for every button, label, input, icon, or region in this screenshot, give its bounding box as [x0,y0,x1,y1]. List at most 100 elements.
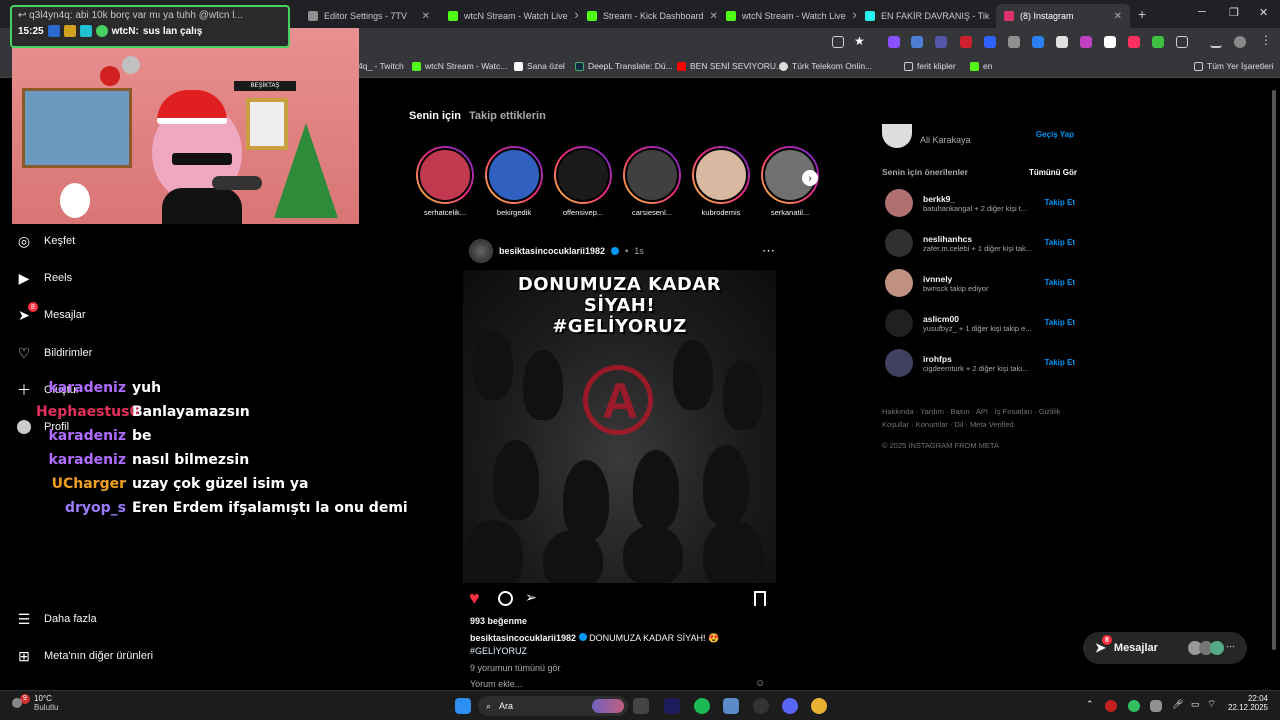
story-item[interactable]: kubrodemis [691,146,751,217]
extension-icon[interactable] [1104,36,1116,48]
tray-icon[interactable] [1128,700,1140,712]
caption-author[interactable]: besiktasincocuklarii1982 [470,633,576,643]
post-image[interactable]: DONUMUZA KADAR SİYAH! #GELİYORUZ [463,270,776,583]
save-icon[interactable] [754,591,766,606]
story-item[interactable]: serhatcelik... [415,146,475,217]
follow-button[interactable]: Takip Et [1044,318,1075,327]
see-all-link[interactable]: Tümünü Gör [1029,168,1077,177]
add-comment-input[interactable]: Yorum ekle... [470,679,522,689]
media-icon[interactable] [1210,36,1222,48]
bookmark-item[interactable]: 4q_ - Twitch [358,61,404,71]
extension-icon[interactable] [984,36,996,48]
messages-pill-button[interactable]: ➤ 8 Mesajlar ⋯ [1083,632,1247,664]
chrome-icon[interactable] [811,698,827,714]
like-count[interactable]: 993 beğenme [470,616,527,626]
close-icon[interactable]: ✕ [852,11,856,22]
scrollbar-thumb[interactable] [1272,90,1276,650]
suggestion-avatar[interactable] [885,229,913,257]
bookmark-item[interactable]: Sana özel [514,61,565,71]
bookmark-star-icon[interactable]: ★ [854,34,866,48]
bookmark-item[interactable]: BEN SENİ SEVİYORU... [677,61,783,71]
wifi-icon[interactable]: ⌔ [1207,698,1216,711]
taskbar-search[interactable]: ⌕ Ara [478,696,628,716]
spotify-icon[interactable] [694,698,710,714]
extension-icon[interactable] [1056,36,1068,48]
bookmark-item[interactable]: ferit klipler [904,61,956,71]
like-icon[interactable]: ♥ [469,588,480,609]
nav-notifications[interactable]: ♡ Bildirimler [16,345,93,361]
follow-button[interactable]: Takip Et [1044,198,1075,207]
browser-tab[interactable]: EN FAKİR DAVRANIŞ - Tik✕ [857,4,995,28]
weather-widget[interactable]: 9 10°C Bulutlu [12,694,58,712]
profile-avatar[interactable] [1234,36,1246,48]
story-item[interactable]: bekirgedik [484,146,544,217]
bookmark-item[interactable]: DeepL Translate: Dü... [575,61,673,71]
view-comments-link[interactable]: 9 yorumun tümünü gör [470,663,561,673]
close-icon[interactable]: ✕ [422,11,430,22]
switch-account-link[interactable]: Geçiş Yap [1036,130,1074,139]
obs-icon[interactable] [753,698,769,714]
windows-start-icon[interactable] [455,698,471,714]
nav-more[interactable]: ☰ Daha fazla [16,611,97,627]
menu-dots-icon[interactable]: ⋮ [1260,33,1272,47]
tab-following[interactable]: Takip ettiklerin [469,110,546,122]
browser-tab-active[interactable]: (8) Instagram ✕ [996,4,1130,28]
extension-icon[interactable] [960,36,972,48]
suggestion-avatar[interactable] [885,189,913,217]
browser-tab[interactable]: Editor Settings - 7TV ✕ [300,4,438,28]
premiere-icon[interactable] [664,698,680,714]
close-icon[interactable]: ✕ [574,11,578,22]
suggestion-avatar[interactable] [885,269,913,297]
extension-icon[interactable] [888,36,900,48]
bookmark-item[interactable]: wtcN Stream - Watc... [412,61,507,71]
display-icon[interactable]: ▭ [1191,699,1200,710]
maximize-icon[interactable]: ❐ [1229,6,1239,19]
extension-icon[interactable] [1128,36,1140,48]
microphone-icon[interactable]: 🎤︎ [1172,699,1183,710]
extension-icon[interactable] [1008,36,1020,48]
follow-button[interactable]: Takip Et [1044,238,1075,247]
extension-icon[interactable] [1032,36,1044,48]
story-item[interactable]: carsiesenl... [622,146,682,217]
puzzle-icon[interactable] [1176,36,1188,48]
nav-explore[interactable]: ◎ Keşfet [16,233,75,249]
nav-messages[interactable]: ➤ 8 Mesajlar [16,302,86,323]
follow-button[interactable]: Takip Et [1044,358,1075,367]
follow-button[interactable]: Takip Et [1044,278,1075,287]
close-icon[interactable]: ✕ [1114,11,1122,22]
tray-icon[interactable] [1150,700,1162,712]
more-options-icon[interactable]: ⋯ [762,243,775,259]
tray-icon[interactable] [1105,700,1117,712]
page-scrollbar[interactable] [1271,82,1277,688]
bookmark-item[interactable]: Türk Telekom Onlin... [779,61,872,71]
extension-icon[interactable] [911,36,923,48]
extension-icon[interactable] [1080,36,1092,48]
nav-reels[interactable]: ▶ Reels [16,270,73,286]
post-hashtag[interactable]: #GELİYORUZ [470,646,527,656]
discord-icon[interactable] [782,698,798,714]
share-icon[interactable]: ➢ [525,589,537,606]
post-author-avatar[interactable] [469,239,493,263]
story-item[interactable]: offensivep... [553,146,613,217]
window-close-icon[interactable]: ✕ [1259,6,1268,19]
stories-next-button[interactable]: › [802,170,818,186]
comment-icon[interactable] [498,591,513,606]
taskbar-clock[interactable]: 22:04 22.12.2025 [1226,694,1268,712]
suggestion-avatar[interactable] [885,349,913,377]
close-icon[interactable]: ✕ [710,11,717,22]
file-explorer-icon[interactable] [633,698,649,714]
minimize-icon[interactable]: ─ [1198,6,1206,18]
suggestion-avatar[interactable] [885,309,913,337]
post-author[interactable]: besiktasincocuklarii1982 [499,246,605,256]
bookmark-item[interactable]: en [970,61,992,71]
tray-chevron-icon[interactable]: ⌃ [1086,699,1094,710]
browser-tab[interactable]: Stream - Kick Dashboard ✕ [579,4,717,28]
extension-icon[interactable] [935,36,947,48]
emoji-icon[interactable]: ☺ [755,678,765,689]
new-tab-button[interactable]: + [1138,6,1146,22]
install-icon[interactable] [832,36,844,48]
extension-icon[interactable] [1152,36,1164,48]
all-bookmarks-folder[interactable]: Tüm Yer İşaretleri [1194,61,1274,71]
tab-for-you[interactable]: Senin için [409,110,461,122]
nav-meta-products[interactable]: ⊞ Meta'nın diğer ürünleri [16,648,153,664]
